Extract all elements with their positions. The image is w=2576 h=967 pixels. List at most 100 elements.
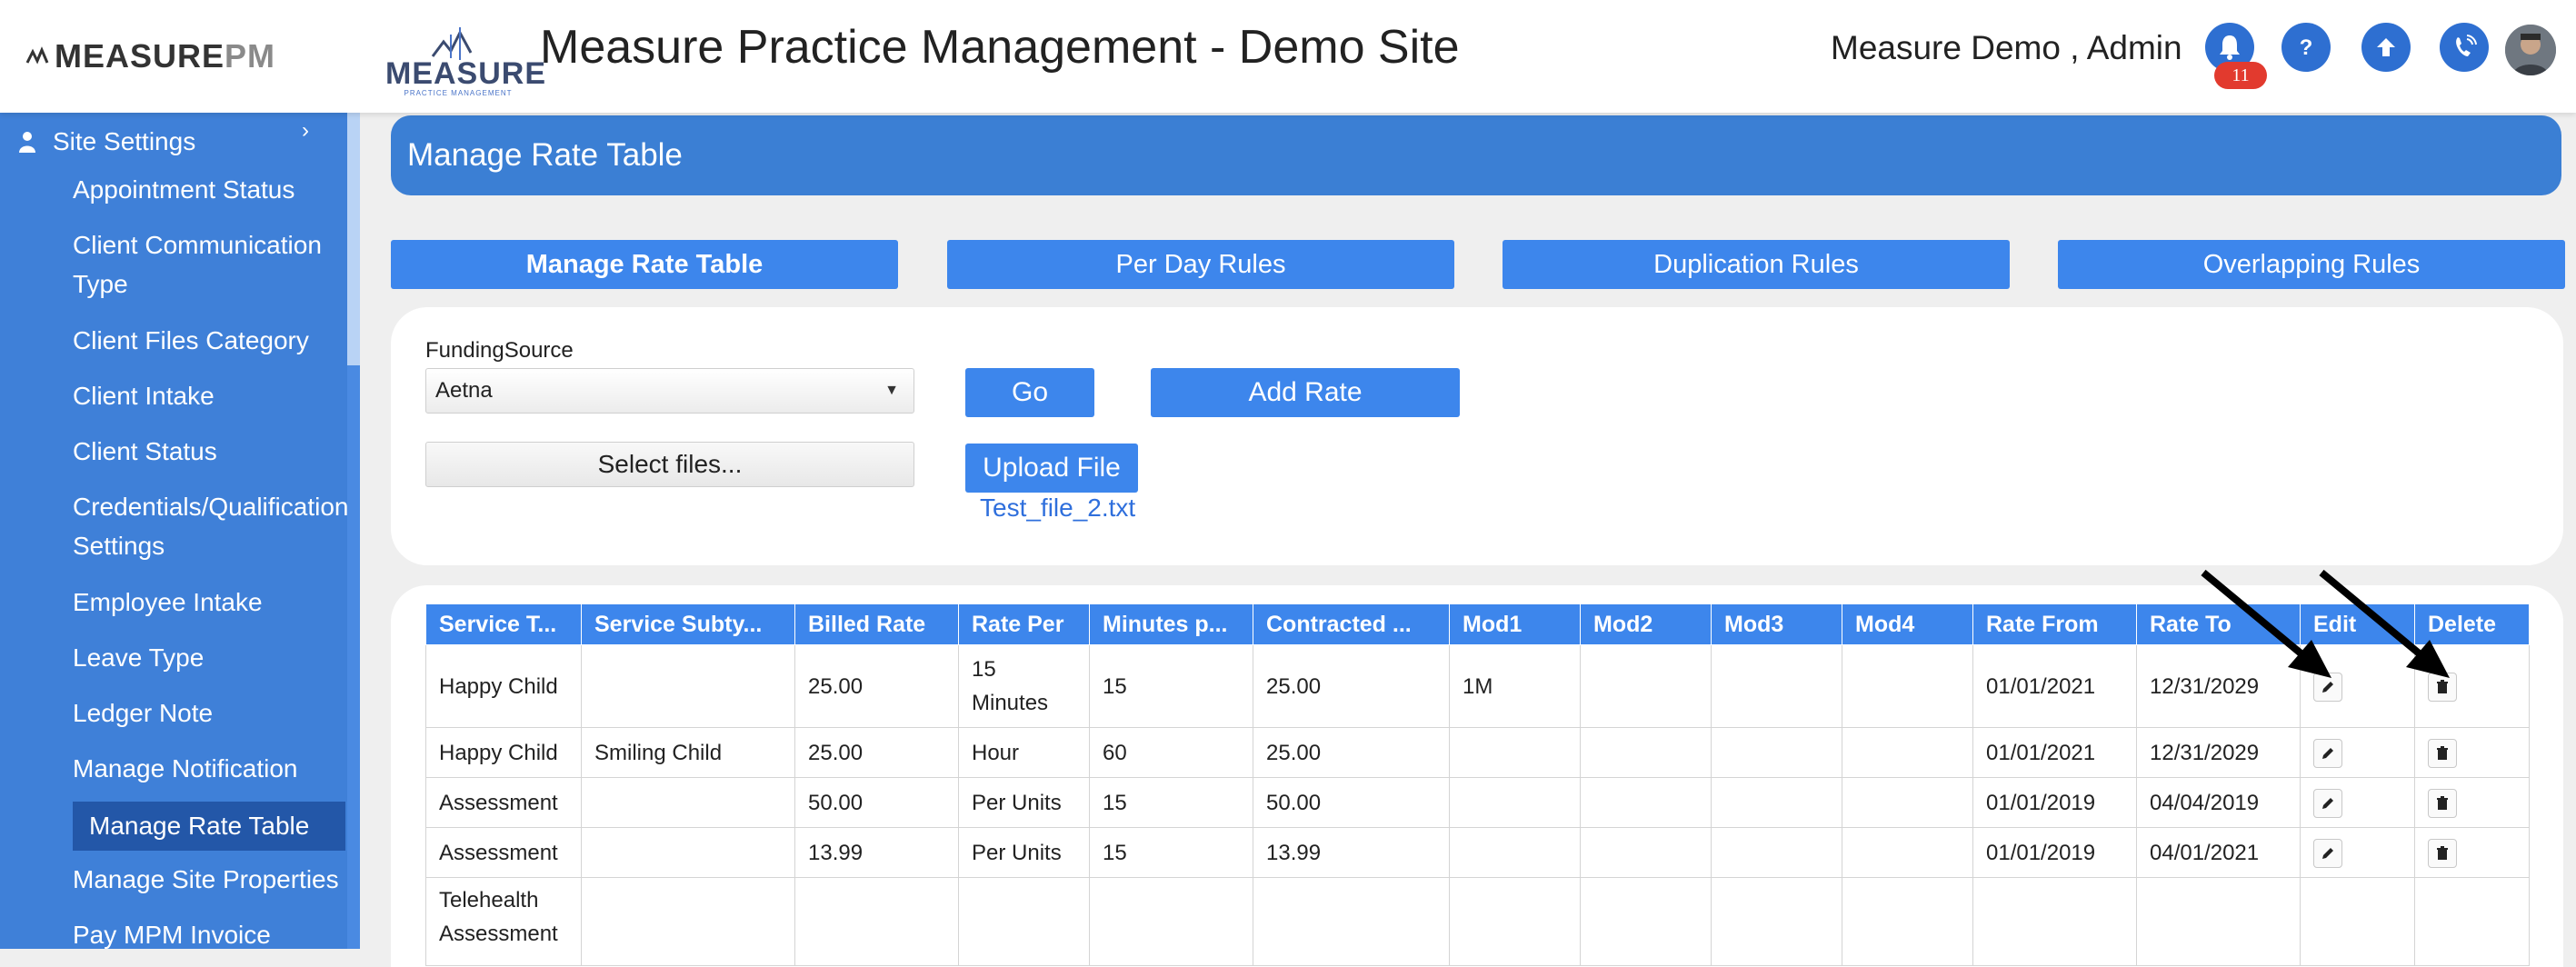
- edit-cell: [2300, 727, 2415, 778]
- sidebar-item-manage-site-properties[interactable]: Manage Site Properties: [73, 860, 345, 899]
- table-cell: Telehealth Assessment: [425, 877, 582, 966]
- edit-cell: [2300, 827, 2415, 878]
- select-files-button[interactable]: Select files...: [425, 442, 914, 487]
- table-cell: 12/31/2029: [2136, 727, 2301, 778]
- logo-mark-icon: [431, 27, 473, 60]
- upload-icon: [2377, 38, 2395, 56]
- table-cell: [1449, 827, 1581, 878]
- column-header[interactable]: Mod2: [1580, 603, 1712, 645]
- sidebar-scrollbar[interactable]: [347, 113, 360, 949]
- table-cell: [1449, 877, 1581, 966]
- pencil-icon: [2322, 848, 2333, 860]
- column-header[interactable]: Service Subty...: [581, 603, 795, 645]
- table-cell: 01/01/2021: [1972, 727, 2137, 778]
- tab-overlapping-rules[interactable]: Overlapping Rules: [2058, 240, 2565, 289]
- edit-button[interactable]: [2313, 789, 2342, 819]
- sidebar-item-manage-notification[interactable]: Manage Notification: [73, 749, 345, 788]
- edit-button[interactable]: [2313, 839, 2342, 869]
- table-cell: 15: [1089, 777, 1253, 828]
- sidebar-item-credentials-settings[interactable]: Credentials/Qualification Settings: [73, 487, 347, 565]
- logo-word: MEASURE: [385, 56, 547, 91]
- column-header[interactable]: Minutes p...: [1089, 603, 1253, 645]
- user-icon: [19, 132, 35, 153]
- tab-duplication-rules[interactable]: Duplication Rules: [1503, 240, 2010, 289]
- sidebar-section-site-settings[interactable]: Site Settings: [18, 125, 195, 159]
- table-cell: 15: [1089, 827, 1253, 878]
- table-cell: [794, 877, 959, 966]
- table-cell: Happy Child: [425, 644, 582, 728]
- column-header[interactable]: Mod4: [1842, 603, 1973, 645]
- user-avatar-icon: [2505, 25, 2556, 75]
- table-cell: 01/01/2021: [1972, 644, 2137, 728]
- sidebar-item-client-communication-type[interactable]: Client Communication Type: [73, 225, 345, 304]
- tab-manage-rate-table[interactable]: Manage Rate Table: [391, 240, 898, 289]
- table-cell: [1842, 877, 1973, 966]
- table-cell: 60: [1089, 727, 1253, 778]
- app-title: Measure Practice Management - Demo Site: [540, 21, 1460, 74]
- pencil-icon: [2322, 798, 2333, 810]
- sidebar-scrollbar-thumb[interactable]: [347, 365, 360, 949]
- table-cell: [581, 877, 795, 966]
- help-button[interactable]: ?: [2281, 23, 2331, 72]
- phone-button[interactable]: [2440, 23, 2489, 72]
- table-cell: [1449, 777, 1581, 828]
- table-cell: 13.99: [794, 827, 959, 878]
- upload-file-button[interactable]: Upload File: [965, 444, 1138, 493]
- edit-cell: [2300, 877, 2415, 966]
- sidebar-item-pay-mpm-invoice[interactable]: Pay MPM Invoice: [73, 915, 345, 949]
- table-cell: [581, 777, 795, 828]
- sidebar-item-client-files-category[interactable]: Client Files Category: [73, 321, 345, 360]
- notification-count-badge[interactable]: 11: [2214, 62, 2267, 89]
- page-title: Manage Rate Table: [391, 115, 2561, 195]
- sidebar-item-appointment-status[interactable]: Appointment Status: [73, 170, 345, 209]
- chevron-right-icon[interactable]: ›: [302, 118, 309, 144]
- sidebar: Site Settings › Appointment Status Clien…: [0, 113, 347, 949]
- avatar[interactable]: [2505, 25, 2556, 75]
- upload-button[interactable]: [2361, 23, 2411, 72]
- add-rate-button[interactable]: Add Rate: [1151, 368, 1460, 417]
- table-cell: [1842, 644, 1973, 728]
- measure-logo: MEASURE PRACTICE MANAGEMENT: [385, 22, 547, 97]
- brand-suffix: PM: [225, 37, 276, 75]
- column-header[interactable]: Billed Rate: [794, 603, 959, 645]
- delete-cell: [2414, 777, 2530, 828]
- brand-mark-icon: [25, 46, 49, 65]
- table-cell: 50.00: [1253, 777, 1450, 828]
- sidebar-item-employee-intake[interactable]: Employee Intake: [73, 583, 345, 622]
- table-cell: 25.00: [794, 727, 959, 778]
- table-cell: [581, 644, 795, 728]
- table-cell: Hour: [958, 727, 1090, 778]
- sidebar-item-client-intake[interactable]: Client Intake: [73, 376, 345, 415]
- brand-name: MEASURE: [55, 37, 225, 75]
- table-cell: [581, 827, 795, 878]
- delete-button[interactable]: [2428, 839, 2457, 869]
- brand-logo[interactable]: MEASURE PM: [25, 37, 276, 75]
- sidebar-item-leave-type[interactable]: Leave Type: [73, 638, 345, 677]
- sidebar-item-manage-rate-table[interactable]: Manage Rate Table: [73, 802, 345, 851]
- table-cell: 25.00: [1253, 727, 1450, 778]
- sidebar-item-client-status[interactable]: Client Status: [73, 432, 345, 471]
- tab-per-day-rules[interactable]: Per Day Rules: [947, 240, 1454, 289]
- table-cell: [1711, 827, 1842, 878]
- pencil-icon: [2322, 748, 2333, 760]
- table-cell: [1711, 777, 1842, 828]
- column-header[interactable]: Service T...: [425, 603, 582, 645]
- table-cell: Per Units: [958, 827, 1090, 878]
- table-cell: [1842, 777, 1973, 828]
- user-name[interactable]: Measure Demo , Admin: [1831, 29, 2182, 67]
- column-header[interactable]: Rate From: [1972, 603, 2137, 645]
- column-header[interactable]: Mod3: [1711, 603, 1842, 645]
- delete-cell: [2414, 727, 2530, 778]
- delete-button[interactable]: [2428, 739, 2457, 769]
- table-cell: Per Units: [958, 777, 1090, 828]
- edit-button[interactable]: [2313, 739, 2342, 769]
- column-header[interactable]: Rate Per: [958, 603, 1090, 645]
- uploaded-file-link[interactable]: Test_file_2.txt: [980, 493, 1135, 523]
- go-button[interactable]: Go: [965, 368, 1094, 417]
- sidebar-item-ledger-note[interactable]: Ledger Note: [73, 693, 345, 733]
- column-header[interactable]: Contracted ...: [1253, 603, 1450, 645]
- funding-source-select[interactable]: Aetna ▼: [425, 368, 914, 414]
- column-header[interactable]: Mod1: [1449, 603, 1581, 645]
- table-row: Happy Child Smiling Child 25.00 Hour 60 …: [425, 727, 2530, 778]
- delete-button[interactable]: [2428, 789, 2457, 819]
